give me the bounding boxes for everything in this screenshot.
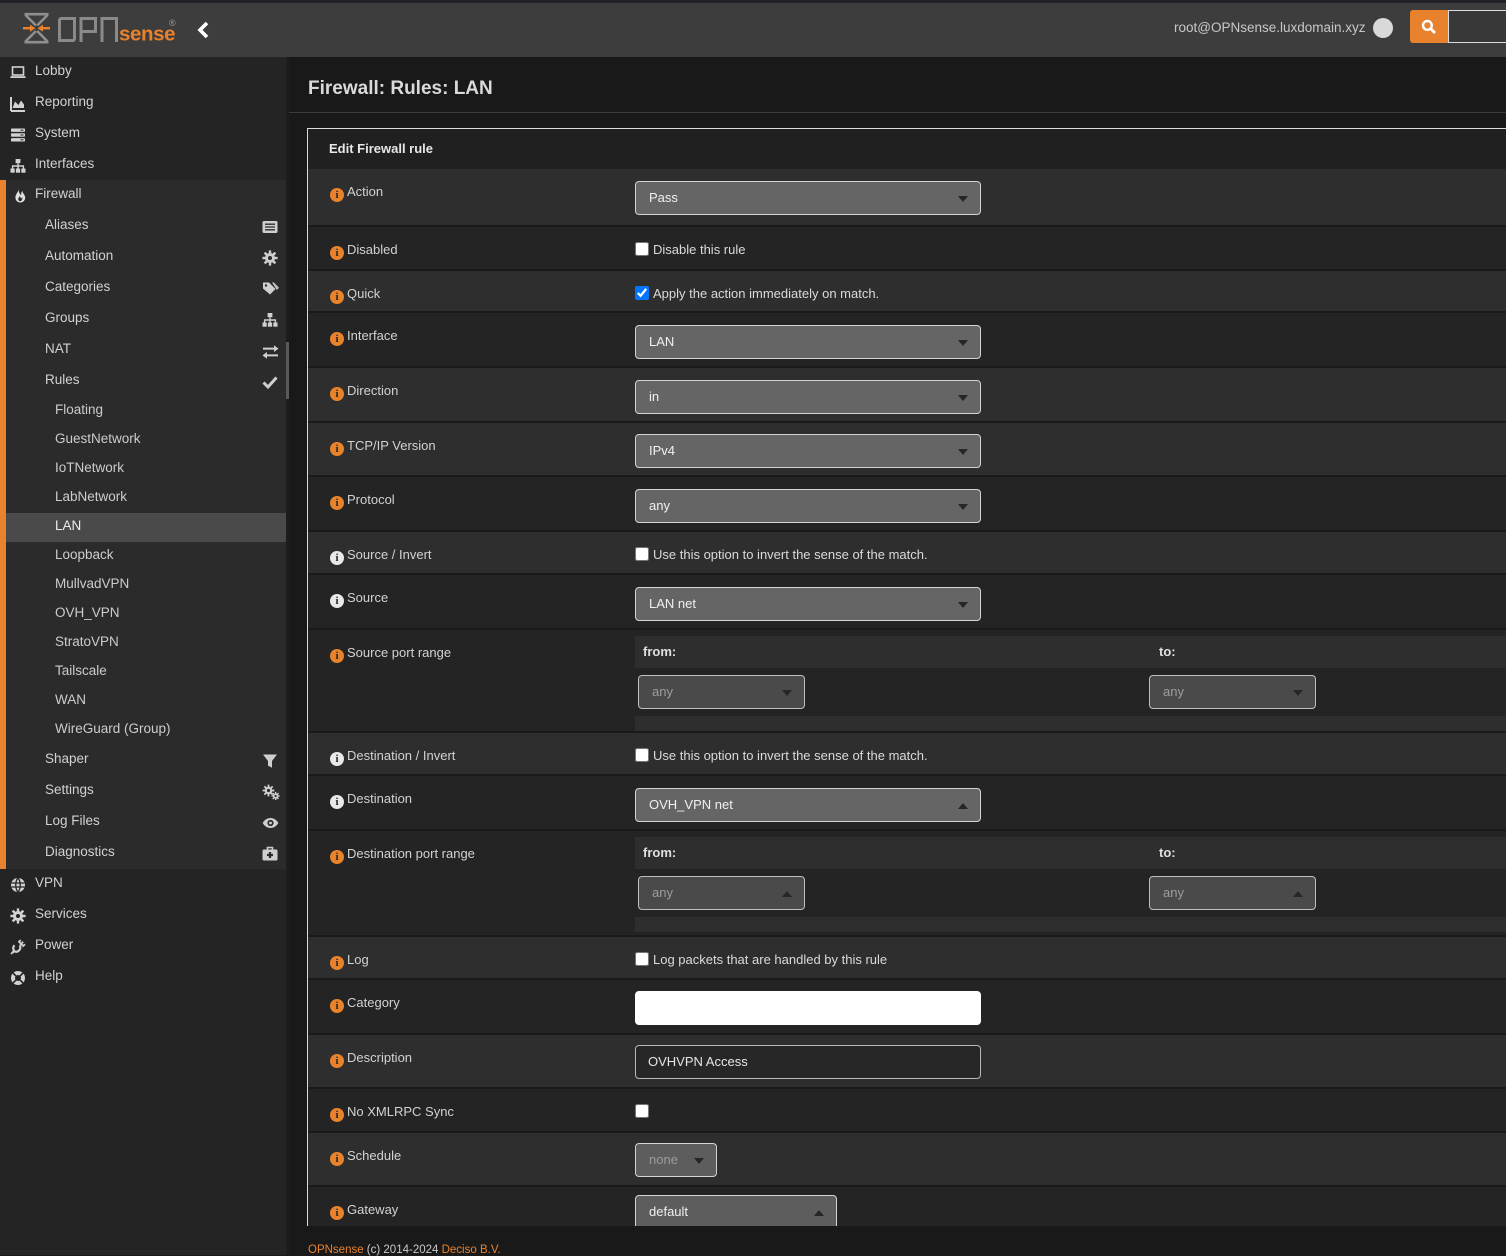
svg-text:sense: sense [119,23,175,46]
svg-text:®: ® [169,18,176,28]
